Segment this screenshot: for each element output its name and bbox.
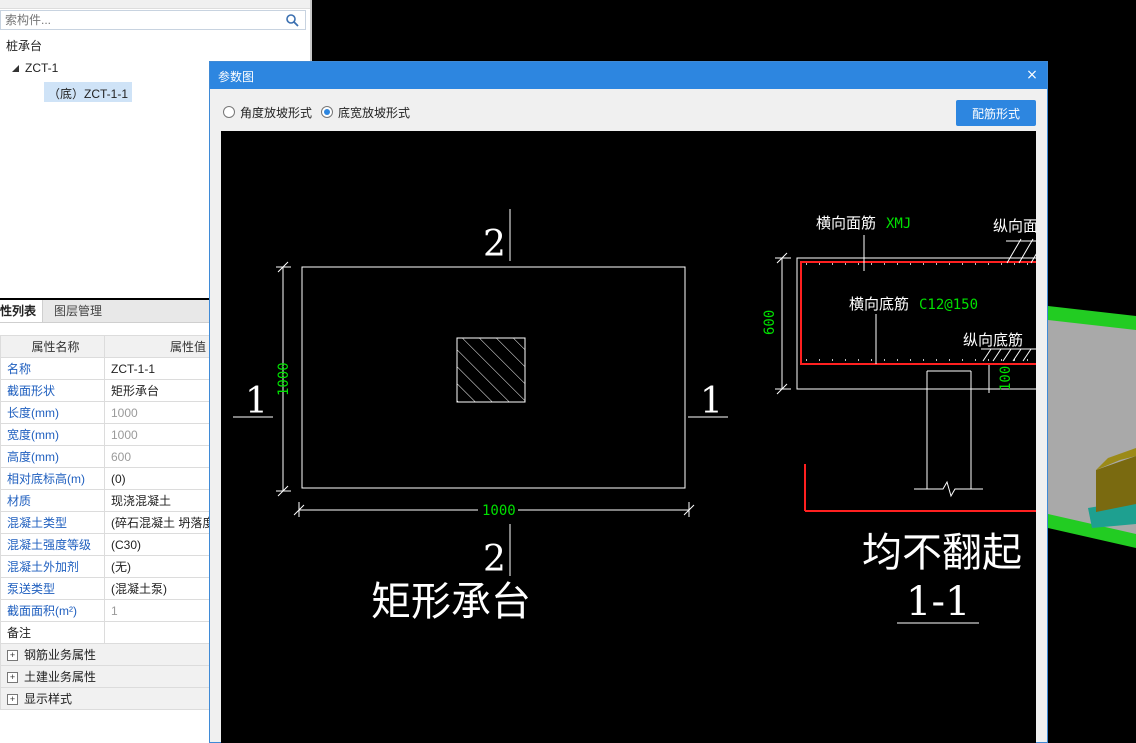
tab-properties[interactable]: 性列表 xyxy=(0,300,44,322)
property-name: 混凝土外加剂 xyxy=(0,555,105,578)
property-name: 名称 xyxy=(0,357,105,380)
table-row[interactable]: 高度(mm) 600 xyxy=(0,445,211,468)
pile-break-line xyxy=(914,480,983,498)
label-top-bar: 横向面筋 xyxy=(816,214,876,232)
property-value[interactable]: 矩形承台 xyxy=(104,379,211,402)
property-value[interactable]: ZCT-1-1 xyxy=(104,357,211,380)
dim-height-label: 600 xyxy=(762,310,778,335)
table-row[interactable]: 截面形状 矩形承台 xyxy=(0,379,211,402)
group-row-civil[interactable]: + 土建业务属性 xyxy=(0,665,211,688)
label-top-bar-spec: XMJ xyxy=(886,216,911,232)
property-value[interactable]: 现浇混凝土 xyxy=(104,489,211,512)
property-value[interactable]: (0) xyxy=(104,467,211,490)
table-row[interactable]: 混凝土类型 (碎石混凝土 坍落度 xyxy=(0,511,211,534)
property-table: 属性名称 属性值 名称 ZCT-1-1 截面形状 矩形承台 长度(mm) 1000 宽… xyxy=(0,335,211,710)
radio-width-slope[interactable] xyxy=(321,106,333,118)
search-box[interactable] xyxy=(0,10,306,30)
property-value[interactable]: 1000 xyxy=(104,401,211,424)
property-value[interactable]: 1 xyxy=(104,599,211,622)
property-value[interactable]: (C30) xyxy=(104,533,211,556)
search-input[interactable] xyxy=(1,11,289,29)
expand-plus-icon[interactable]: + xyxy=(7,650,18,662)
section-title: 1-1 xyxy=(906,579,970,625)
table-row[interactable]: 混凝土强度等级 (C30) xyxy=(0,533,211,556)
column-section xyxy=(456,337,526,403)
property-name: 混凝土类型 xyxy=(0,511,105,534)
property-name: 截面面积(m²) xyxy=(0,599,105,622)
table-row[interactable]: 混凝土外加剂 (无) xyxy=(0,555,211,578)
table-row[interactable]: 长度(mm) 1000 xyxy=(0,401,211,424)
toolbar-strip xyxy=(0,0,310,9)
section-mark-2-bottom: 2 xyxy=(483,539,506,580)
table-row[interactable]: 截面面积(m²) 1 xyxy=(0,599,211,622)
property-name: 材质 xyxy=(0,489,105,512)
property-name: 高度(mm) xyxy=(0,445,105,468)
property-value[interactable]: 600 xyxy=(104,445,211,468)
section-mark-1-right: 1 xyxy=(700,381,723,422)
property-name: 宽度(mm) xyxy=(0,423,105,446)
rebar-style-button[interactable]: 配筋形式 xyxy=(956,100,1036,126)
parameter-dialog: 参数图 × 角度放坡形式 底宽放坡形式 配筋形式 2 2 1 1 1000 10… xyxy=(209,61,1048,743)
table-row[interactable]: 名称 ZCT-1-1 xyxy=(0,357,211,380)
3d-model-view[interactable] xyxy=(1048,298,1136,558)
table-row[interactable]: 宽度(mm) 1000 xyxy=(0,423,211,446)
tab-layers[interactable]: 图层管理 xyxy=(48,300,108,322)
radio-width-slope-label[interactable]: 底宽放坡形式 xyxy=(338,104,410,121)
expand-plus-icon[interactable]: + xyxy=(7,672,18,684)
property-tabs: 性列表 图层管理 xyxy=(0,300,210,323)
property-value[interactable]: 1000 xyxy=(104,423,211,446)
dialog-title: 参数图 xyxy=(218,70,255,84)
property-name: 混凝土强度等级 xyxy=(0,533,105,556)
label-bottom-bar: 横向底筋 xyxy=(849,295,909,313)
header-property-value: 属性值 xyxy=(104,335,211,358)
table-row[interactable]: 泵送类型 (混凝土泵) xyxy=(0,577,211,600)
header-property-name: 属性名称 xyxy=(0,335,105,358)
property-name: 相对底标高(m) xyxy=(0,467,105,490)
radio-angle-slope[interactable] xyxy=(223,106,235,118)
table-row[interactable]: 材质 现浇混凝土 xyxy=(0,489,211,512)
group-label: 钢筋业务属性 xyxy=(24,648,97,662)
note-no-bend: 均不翻起 xyxy=(862,530,1022,576)
dim-length-label: 1000 xyxy=(482,503,516,519)
close-icon[interactable]: × xyxy=(1025,67,1039,83)
label-long-top: 纵向面 xyxy=(993,217,1036,235)
label-bottom-bar-spec: C12@150 xyxy=(919,297,978,313)
group-row-display[interactable]: + 显示样式 xyxy=(0,687,211,710)
tree-item-zct-1[interactable]: ZCT-1 xyxy=(25,61,58,75)
property-panel: 性列表 图层管理 属性名称 属性值 名称 ZCT-1-1 截面形状 矩形承台 长度(… xyxy=(0,300,211,743)
cad-drawing: 2 2 1 1 1000 1000 矩形承台 横向面筋 XMJ 纵向面 横向底筋… xyxy=(233,209,1036,625)
section-mark-2-top: 2 xyxy=(483,224,506,265)
tree-item-zct-1-1[interactable]: （底）ZCT-1-1 xyxy=(48,85,128,102)
expand-plus-icon[interactable]: + xyxy=(7,694,18,706)
property-header-row: 属性名称 属性值 xyxy=(0,335,211,358)
radio-angle-slope-label[interactable]: 角度放坡形式 xyxy=(240,104,312,121)
plan-title: 矩形承台 xyxy=(371,579,531,625)
table-row[interactable]: 相对底标高(m) (0) xyxy=(0,467,211,490)
dim-width-label: 1000 xyxy=(276,362,292,396)
parameter-drawing-canvas: 2 2 1 1 1000 1000 矩形承台 横向面筋 XMJ 纵向面 横向底筋… xyxy=(221,131,1036,743)
property-value[interactable]: (无) xyxy=(104,555,211,578)
property-name: 长度(mm) xyxy=(0,401,105,424)
label-long-bottom: 纵向底筋 xyxy=(963,331,1023,349)
property-value[interactable]: (混凝土泵) xyxy=(104,577,211,600)
dim-cover-label: 100 xyxy=(998,366,1014,391)
property-value[interactable]: (碎石混凝土 坍落度 xyxy=(104,511,211,534)
group-label: 显示样式 xyxy=(24,692,73,706)
property-name: 截面形状 xyxy=(0,379,105,402)
property-value[interactable] xyxy=(104,621,211,644)
tree-item-pile-cap[interactable]: 桩承台 xyxy=(6,37,42,54)
table-row[interactable]: 备注 xyxy=(0,621,211,644)
expand-triangle-icon[interactable] xyxy=(12,65,19,72)
property-name: 泵送类型 xyxy=(0,577,105,600)
property-name: 备注 xyxy=(0,621,105,644)
group-row-rebar[interactable]: + 钢筋业务属性 xyxy=(0,643,211,666)
section-mark-1-left: 1 xyxy=(245,381,268,422)
search-icon[interactable] xyxy=(285,13,299,27)
dialog-title-bar[interactable]: 参数图 × xyxy=(210,62,1047,89)
group-label: 土建业务属性 xyxy=(24,670,97,684)
